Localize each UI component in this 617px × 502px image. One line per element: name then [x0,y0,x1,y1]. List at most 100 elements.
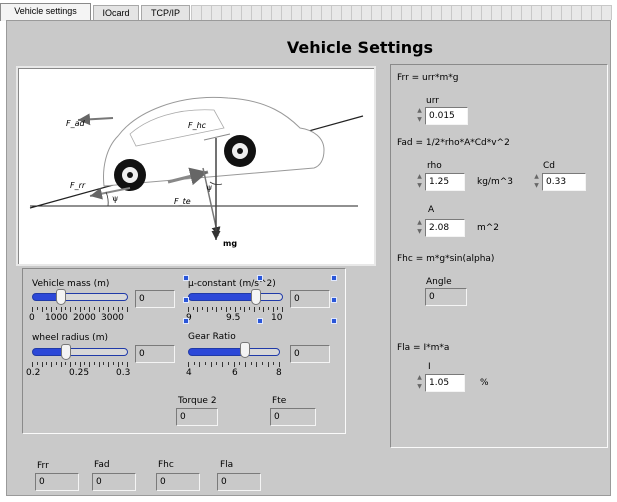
selection-handle-bottom-left[interactable] [183,318,189,324]
gear-ratio-slider-thumb[interactable] [240,342,251,358]
scale-tick [55,307,57,310]
scale-tick [199,362,201,367]
scale-tick [206,307,208,312]
selection-handle-top-left[interactable] [183,275,189,281]
i-input[interactable]: 1.05 [425,374,465,392]
scale-tick [84,362,86,365]
label-f-ad: F_ad [66,119,86,128]
psi-arc-1 [105,191,109,207]
scale-tick [250,362,252,365]
cd-label: Cd [543,161,555,171]
urr-input[interactable]: 0.015 [425,107,468,125]
wheel-radius-slider-thumb[interactable] [60,344,71,360]
spin-down-icon[interactable]: ▼ [415,382,424,391]
rho-input[interactable]: 1.25 [425,173,465,191]
cd-spinner[interactable]: ▲ ▼ [532,172,541,190]
fla-label: Fla [220,460,234,470]
scale-tick [205,362,207,365]
scale-tick [79,307,81,312]
mu-constant-scale-9-5: 9.5 [226,313,241,323]
i-spinner[interactable]: ▲ ▼ [415,373,424,391]
spin-down-icon[interactable]: ▼ [415,115,424,124]
selection-handle-bottom-middle[interactable] [257,318,263,324]
scale-tick [60,362,62,367]
mu-constant-value: 0 [290,290,330,308]
urr-spinner[interactable]: ▲ ▼ [415,106,424,124]
scale-tick [112,307,114,310]
scale-tick [244,362,246,367]
wheel-radius-scale-0-25: 0.25 [69,368,90,378]
vehicle-mass-value: 0 [135,290,175,308]
wheel-radius-scale-0-2: 0.2 [26,368,41,378]
scale-tick [197,307,199,312]
scale-tick [32,307,33,312]
spin-down-icon[interactable]: ▼ [532,181,541,190]
spin-down-icon[interactable]: ▼ [415,227,424,236]
scale-tick [98,362,100,367]
gear-ratio-slider-track[interactable] [188,348,280,356]
mu-constant-scale-10: 10 [271,313,283,323]
scale-tick [227,362,229,365]
spin-up-icon[interactable]: ▲ [532,172,541,181]
vehicle-mass-scale-0: 0 [29,313,35,323]
scale-tick [202,307,204,310]
scale-tick [103,307,105,310]
vehicle-mass-scale-3000: 3000 [101,313,124,323]
scale-tick [41,362,43,367]
torque-2-label: Torque 2 [178,396,217,406]
selection-handle-top-right[interactable] [331,275,337,281]
spin-up-icon[interactable]: ▲ [415,373,424,382]
vehicle-mass-slider-remaining [61,294,127,300]
selection-handle-middle-left[interactable] [183,297,189,303]
vehicle-forces-illustration: F_ad F_hc F_rr F_te ψ ψ mg [29,96,364,248]
tab-vehicle-settings[interactable]: Vehicle settings [0,3,91,21]
scale-tick [279,362,280,367]
scale-tick [225,307,227,312]
label-mg: mg [223,239,237,248]
scale-tick [122,307,124,310]
wheel-radius-slider-remaining [65,349,127,355]
tab-iocard[interactable]: IOcard [93,5,139,20]
scale-tick [89,362,90,367]
fad-value: 0 [92,473,136,491]
mu-constant-slider-thumb[interactable] [251,289,262,305]
scale-tick [74,307,76,310]
wheel-radius-slider-track[interactable] [32,348,128,356]
rho-unit: kg/m^3 [477,177,513,187]
selection-handle-top-middle[interactable] [257,275,263,281]
gear-ratio-scale-8: 8 [276,368,282,378]
label-f-te: F_te [174,197,191,206]
vehicle-mass-slider-track[interactable] [32,293,128,301]
vehicle-mass-slider-thumb[interactable] [55,289,66,305]
spin-down-icon[interactable]: ▼ [415,181,424,190]
scale-tick [188,307,189,312]
wheel-radius-value: 0 [135,345,175,363]
mu-constant-slider-track[interactable] [188,293,283,301]
vehicle-mass-scale-2000: 2000 [73,313,96,323]
selection-handle-middle-right[interactable] [331,297,337,303]
spin-up-icon[interactable]: ▲ [415,172,424,181]
gear-ratio-scale-ticks [188,361,280,367]
tab-strip: Vehicle settings IOcard TCP/IP [0,0,617,21]
tab-tcpip[interactable]: TCP/IP [141,5,190,20]
a-unit: m^2 [477,223,500,233]
rho-spinner[interactable]: ▲ ▼ [415,172,424,190]
a-input[interactable]: 2.08 [425,219,465,237]
spin-up-icon[interactable]: ▲ [415,106,424,115]
scale-tick [258,307,260,310]
scale-tick [46,362,48,365]
spin-up-icon[interactable]: ▲ [415,218,424,227]
scale-tick [36,362,38,365]
scale-tick [89,307,90,312]
scale-tick [193,362,195,365]
cd-input[interactable]: 0.33 [542,173,586,191]
scale-tick [46,307,48,310]
a-label: A [428,205,435,215]
scale-tick [79,362,81,367]
selection-handle-bottom-right[interactable] [331,318,337,324]
label-psi-1: ψ [112,194,118,203]
i-label: I [428,362,431,372]
a-spinner[interactable]: ▲ ▼ [415,218,424,236]
rear-wheel [114,159,146,191]
tab-strip-filler [191,5,612,20]
